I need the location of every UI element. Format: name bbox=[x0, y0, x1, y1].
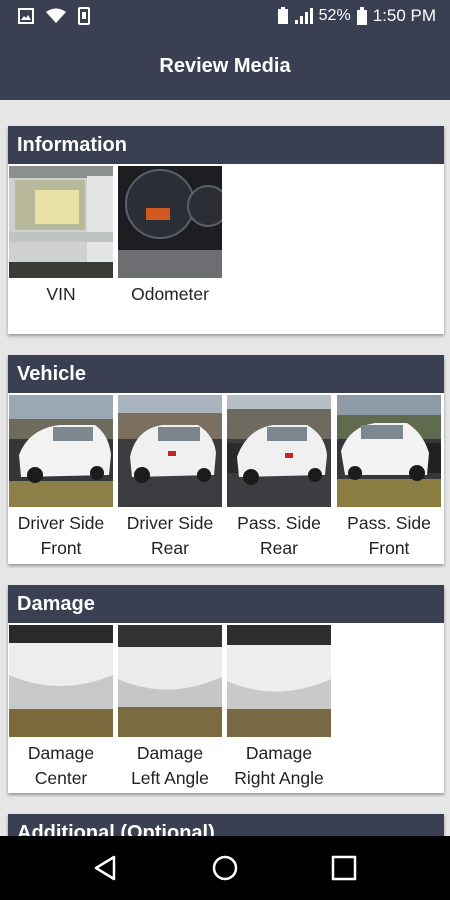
clock: 1:50 PM bbox=[372, 6, 436, 25]
section-additional: Additional (Optional) bbox=[8, 814, 444, 836]
section-damage: Damage Damage Center Damage Left Angle D… bbox=[8, 585, 444, 793]
damage-photo bbox=[227, 625, 331, 737]
battery-icon bbox=[356, 7, 367, 25]
status-bar: 52% 1:50 PM bbox=[0, 0, 450, 34]
media-label-line2: Right Angle bbox=[234, 768, 324, 788]
media-damage-right-angle[interactable]: Damage Right Angle bbox=[227, 625, 331, 791]
car-photo bbox=[118, 395, 222, 507]
car-photo bbox=[9, 395, 113, 507]
signal-icon bbox=[294, 8, 313, 24]
wifi-icon bbox=[46, 8, 66, 23]
battery-saver-icon bbox=[277, 7, 288, 24]
media-label: Odometer bbox=[131, 284, 209, 304]
section-vehicle: Vehicle Driver Side Front Driver Side Re… bbox=[8, 355, 444, 564]
media-label: VIN bbox=[46, 284, 76, 304]
battery-percent: 52% bbox=[318, 7, 351, 24]
section-title: Additional (Optional) bbox=[8, 814, 444, 836]
media-vin[interactable]: VIN bbox=[9, 166, 113, 307]
media-label: Damage bbox=[245, 743, 313, 763]
media-label-line2: Left Angle bbox=[131, 768, 209, 788]
media-label: Damage bbox=[136, 743, 204, 763]
media-driver-side-front[interactable]: Driver Side Front bbox=[9, 395, 113, 561]
media-label: Driver Side bbox=[126, 513, 214, 533]
media-label: Pass. Side bbox=[237, 513, 321, 533]
recent-apps-icon[interactable] bbox=[326, 850, 362, 886]
odometer-photo bbox=[118, 166, 222, 278]
media-damage-left-angle[interactable]: Damage Left Angle bbox=[118, 625, 222, 791]
media-label-line2: Front bbox=[368, 538, 410, 558]
app-bar: Review Media bbox=[0, 34, 450, 100]
phone-icon bbox=[78, 7, 90, 25]
car-photo bbox=[337, 395, 441, 507]
media-odometer[interactable]: Odometer bbox=[118, 166, 222, 307]
media-label-line2: Rear bbox=[260, 538, 298, 558]
section-title: Information bbox=[8, 126, 444, 164]
damage-photo bbox=[9, 625, 113, 737]
media-pass-side-rear[interactable]: Pass. Side Rear bbox=[227, 395, 331, 561]
navigation-bar bbox=[0, 836, 450, 900]
section-information: Information VIN Odometer bbox=[8, 126, 444, 334]
media-pass-side-front[interactable]: Pass. Side Front bbox=[337, 395, 441, 561]
page-title: Review Media bbox=[159, 55, 291, 77]
car-photo bbox=[227, 395, 331, 507]
home-icon[interactable] bbox=[207, 850, 243, 886]
section-title: Damage bbox=[8, 585, 444, 623]
section-title: Vehicle bbox=[8, 355, 444, 393]
media-damage-center[interactable]: Damage Center bbox=[9, 625, 113, 791]
media-label: Pass. Side bbox=[347, 513, 431, 533]
media-list[interactable]: Information VIN Odometer Vehicle Driver … bbox=[0, 100, 450, 836]
media-driver-side-rear[interactable]: Driver Side Rear bbox=[118, 395, 222, 561]
image-icon bbox=[18, 8, 34, 24]
media-label: Driver Side bbox=[17, 513, 105, 533]
media-label-line2: Rear bbox=[151, 538, 189, 558]
back-icon[interactable] bbox=[88, 850, 124, 886]
media-label-line2: Center bbox=[34, 768, 88, 788]
media-label-line2: Front bbox=[40, 538, 82, 558]
damage-photo bbox=[118, 625, 222, 737]
vin-photo bbox=[9, 166, 113, 278]
media-label: Damage bbox=[27, 743, 95, 763]
